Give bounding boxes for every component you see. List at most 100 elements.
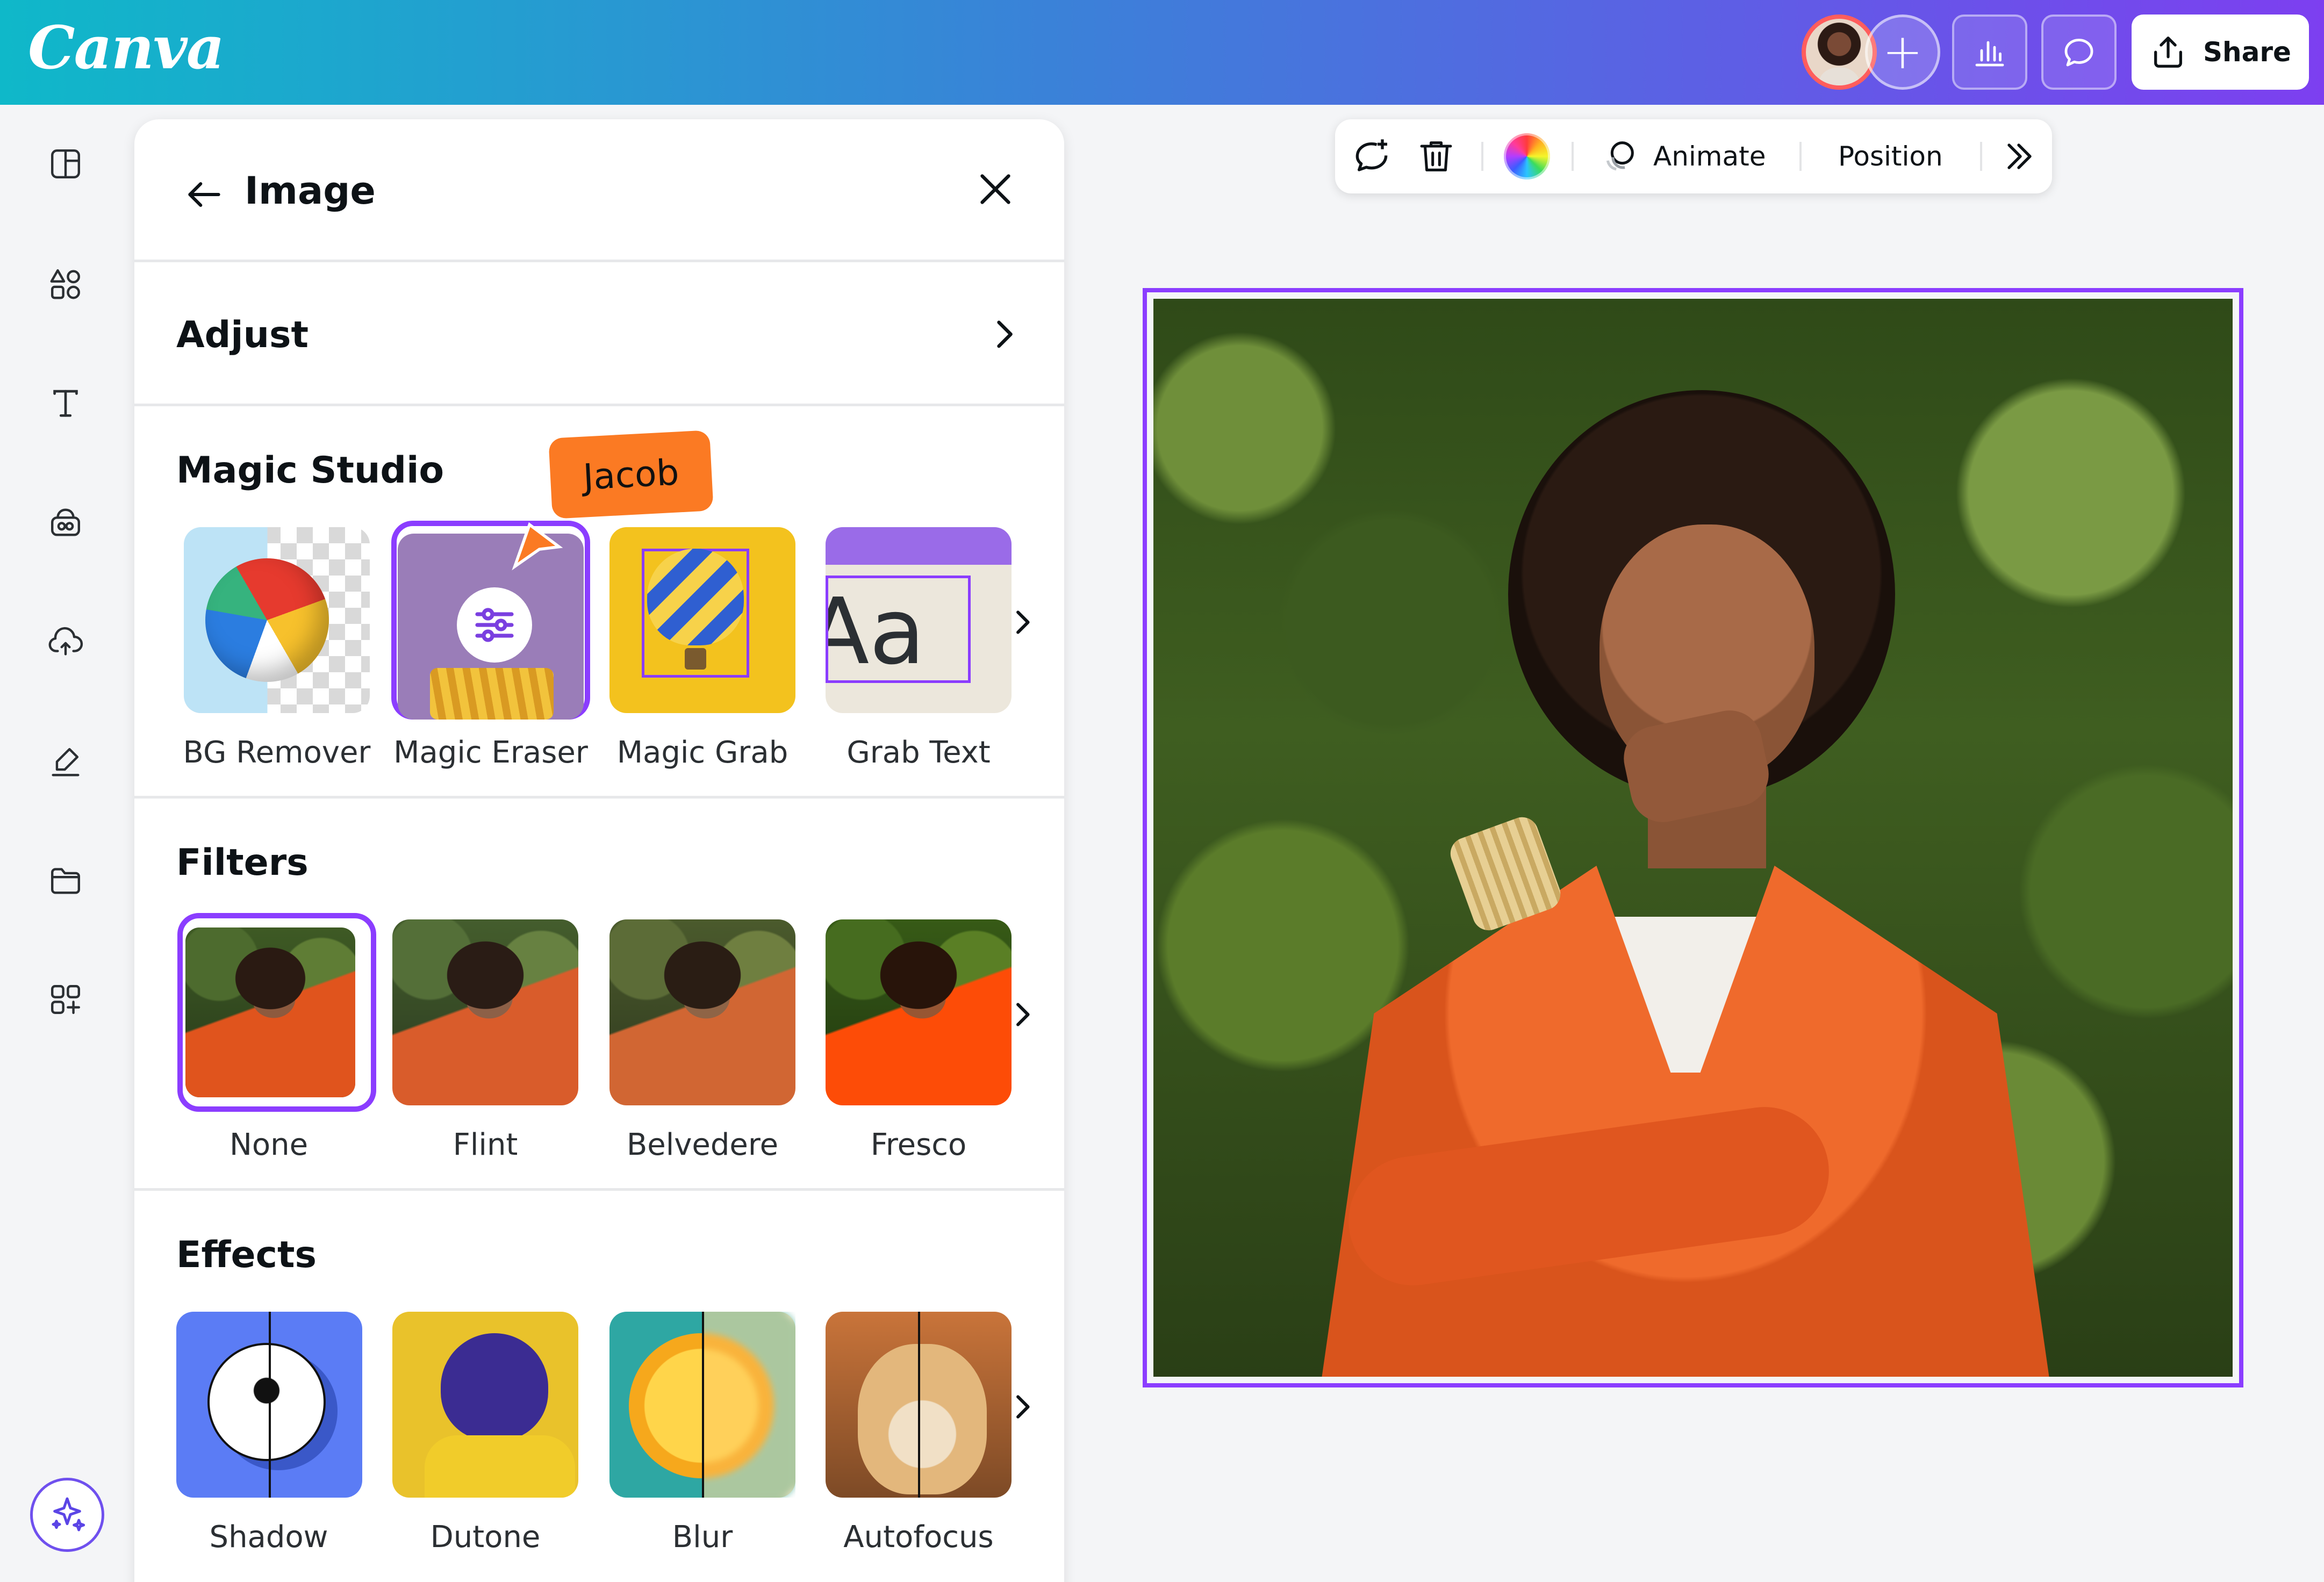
color-button[interactable] [1504, 119, 1550, 193]
soccer-ball-image [207, 1343, 326, 1461]
grab-text-tile[interactable]: Aa [826, 527, 1012, 713]
rail-text[interactable] [44, 382, 87, 425]
filter-belvedere-tile[interactable] [609, 919, 795, 1105]
rail-uploads[interactable] [44, 620, 87, 663]
filter-fresco-tile[interactable] [826, 919, 1012, 1105]
split-line [918, 1312, 920, 1498]
plus-icon: + [1882, 24, 1923, 80]
filter-flint-tile[interactable] [392, 919, 578, 1105]
elements-icon [50, 269, 80, 299]
rail-brand[interactable] [44, 501, 87, 544]
collaborator-name-tag: Jacob [548, 430, 714, 519]
animate-label: Animate [1653, 141, 1766, 172]
position-button[interactable]: Position [1838, 119, 1943, 193]
rail-draw[interactable] [44, 739, 87, 782]
settings-circle [457, 587, 532, 663]
portrait-shirt [425, 1435, 575, 1498]
toolbar-divider [1481, 142, 1483, 171]
aa-glyph: Aa [826, 576, 971, 683]
text-icon [53, 390, 78, 417]
element-toolbar: Animate Position [1335, 119, 2052, 193]
canva-logo[interactable]: Canva [28, 13, 225, 82]
tile-label: Grab Text [847, 735, 991, 770]
purple-band [826, 527, 1012, 565]
filter-thumbnail [392, 919, 578, 1105]
dog-image [858, 1344, 987, 1494]
insights-button[interactable] [1952, 15, 2027, 90]
toolbar-divider [1572, 142, 1574, 171]
fries-image [430, 668, 554, 720]
animate-icon [1606, 141, 1634, 171]
comments-button[interactable] [2041, 15, 2117, 90]
filters-section: Filters None Flint Belvedere Fresco [134, 799, 1064, 1191]
effect-autofocus-tile[interactable] [826, 1312, 1012, 1498]
double-chevron-right-icon [2007, 143, 2032, 169]
filter-thumbnail [826, 919, 1012, 1105]
animate-button[interactable]: Animate [1598, 119, 1766, 193]
portrait-head [441, 1333, 548, 1441]
tile-label: Magic Grab [616, 735, 788, 770]
share-label: Share [2203, 37, 2291, 68]
tile-label: Dutone [430, 1520, 541, 1555]
trash-icon [1420, 141, 1452, 171]
adjust-label: Adjust [176, 314, 309, 356]
image-edit-panel: Image Adjust Magic Studio BG Remover Mag… [134, 119, 1064, 1582]
color-wheel-icon [1504, 133, 1550, 179]
rail-elements[interactable] [44, 262, 87, 305]
delete-button[interactable] [1416, 119, 1457, 193]
back-arrow-icon[interactable] [183, 173, 226, 216]
chevron-right-icon[interactable] [1005, 1390, 1039, 1424]
filter-thumbnail [185, 927, 355, 1097]
effect-duotone-tile[interactable] [392, 1312, 578, 1498]
projects-icon [51, 868, 80, 894]
tile-label: Shadow [209, 1520, 328, 1555]
position-label: Position [1838, 141, 1943, 172]
apps-icon [51, 985, 80, 1014]
sliders-icon [475, 608, 514, 642]
rail-apps[interactable] [44, 978, 87, 1021]
canvas-photo[interactable] [1153, 299, 2233, 1377]
tile-label: Magic Eraser [393, 735, 588, 770]
toolbar-divider [1799, 142, 1802, 171]
bg-remover-tile[interactable] [184, 527, 370, 713]
tile-label: Flint [453, 1127, 518, 1162]
effect-blur-tile[interactable] [609, 1312, 795, 1498]
collaborator-cursor-icon [512, 522, 563, 571]
blur-half [702, 1312, 795, 1498]
upload-share-icon [2154, 37, 2182, 68]
adjust-row[interactable]: Adjust [134, 262, 1064, 406]
panel-title: Image [245, 169, 376, 213]
tile-label: Autofocus [843, 1520, 994, 1555]
add-comment-button[interactable] [1350, 119, 1393, 193]
comment-icon [2064, 39, 2093, 67]
rail-projects[interactable] [44, 859, 87, 902]
filter-none-tile[interactable] [185, 927, 355, 1097]
beach-ball-image [205, 558, 329, 682]
top-bar: Canva + Share [0, 0, 2324, 105]
chevron-right-icon[interactable] [1005, 997, 1039, 1032]
section-title: Filters [176, 842, 309, 884]
chevron-right-icon[interactable] [1005, 605, 1039, 639]
add-collaborator-button[interactable]: + [1865, 15, 1940, 90]
magic-grab-tile[interactable] [609, 527, 795, 713]
design-icon [51, 149, 80, 178]
tile-label: Fresco [870, 1127, 967, 1162]
more-tools-button[interactable] [1999, 119, 2038, 193]
close-icon[interactable] [973, 167, 1018, 212]
brand-icon [51, 508, 80, 536]
section-title: Magic Studio [176, 449, 444, 492]
split-line [702, 1312, 704, 1498]
rail-design[interactable] [44, 142, 87, 185]
hot-air-balloon-image [647, 549, 744, 645]
effect-shadow-tile[interactable] [176, 1312, 362, 1498]
uploads-icon [48, 627, 83, 656]
magic-assistant-button[interactable] [30, 1478, 104, 1552]
share-button[interactable]: Share [2132, 15, 2309, 90]
sparkle-icon [52, 1497, 85, 1531]
split-line [269, 1312, 271, 1498]
bar-chart-icon [1975, 41, 2004, 67]
balloon-basket [685, 648, 706, 670]
toolbar-divider [1980, 142, 1982, 171]
comment-add-icon [1355, 139, 1388, 171]
tile-label: BG Remover [183, 735, 371, 770]
